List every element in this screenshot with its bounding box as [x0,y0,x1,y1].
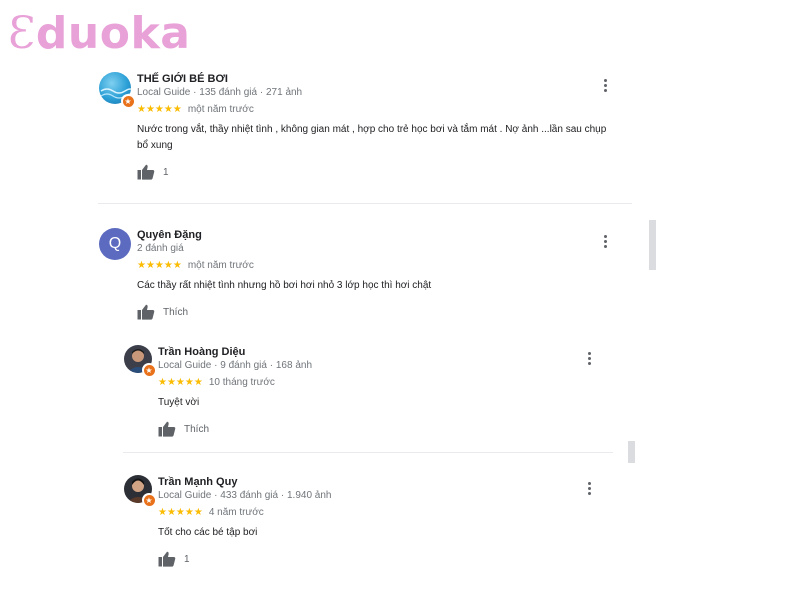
like-count: 1 [184,553,190,565]
review-text: Các thầy rất nhiệt tình nhưng hồ bơi hơi… [137,280,432,291]
reviewer-meta: 2 đánh giá [137,243,184,254]
letter-avatar: Q [99,228,131,260]
page: Ɛduoka ★ THẾ GIỚI BÉ BƠI Local Guide · 1… [0,0,800,600]
rating-row: ★★★★★ một năm trước [137,103,617,117]
reviewer-avatar[interactable]: ★ [124,345,156,377]
rating-row: ★★★★★ 4 năm trước [158,506,598,520]
review-card: ★ Trần Hoàng Diệu Local Guide · 9 đánh g… [124,345,604,445]
like-button[interactable]: Thích [137,304,617,320]
thumbs-up-icon [158,421,176,437]
review-time: một năm trước [187,104,254,115]
more-options-icon[interactable] [582,350,596,366]
reviewer-name[interactable]: Quyên Đặng [137,228,617,242]
reviewer-name[interactable]: Trần Mạnh Quy [158,475,598,489]
star-rating: ★★★★★ [158,507,203,518]
more-options-icon[interactable] [598,233,612,249]
star-rating: ★★★★★ [137,260,182,271]
local-guide-badge-icon: ★ [142,363,156,377]
reviewer-avatar[interactable]: ★ [124,475,156,507]
rating-row: ★★★★★ 10 tháng trước [158,376,598,390]
review-time: 4 năm trước [208,507,264,518]
more-options-icon[interactable] [582,480,596,496]
review-card: ★ Trần Mạnh Quy Local Guide · 433 đánh g… [124,475,604,575]
reviewer-avatar[interactable]: Q [99,228,131,260]
like-label: Thích [163,306,189,318]
thumbs-up-icon [137,164,155,180]
local-guide-badge-icon: ★ [142,493,156,507]
review-time: 10 tháng trước [208,377,275,388]
thumbs-up-icon [137,304,155,320]
eduoka-logo: Ɛduoka [8,8,191,59]
like-label: Thích [184,423,210,435]
reviewer-meta: Local Guide · 9 đánh giá · 168 ảnh [158,360,312,371]
like-button[interactable]: 1 [137,164,617,180]
like-button[interactable]: Thích [158,421,598,437]
like-count: 1 [163,166,169,178]
reviewer-name[interactable]: THẾ GIỚI BÉ BƠI [137,72,617,86]
rating-row: ★★★★★ một năm trước [137,259,617,273]
more-options-icon[interactable] [598,77,612,93]
thumbs-up-icon [158,551,176,567]
reviewer-name[interactable]: Trần Hoàng Diệu [158,345,598,359]
review-text: Nước trong vắt, thầy nhiệt tình , không … [137,124,607,151]
star-rating: ★★★★★ [137,104,182,115]
review-time: một năm trước [187,260,254,271]
review-text: Tốt cho các bé tập bơi [158,527,258,538]
review-card: ★ THẾ GIỚI BÉ BƠI Local Guide · 135 đánh… [99,72,619,192]
reviewer-avatar[interactable]: ★ [99,72,135,108]
reviewer-meta: Local Guide · 135 đánh giá · 271 ảnh [137,87,303,98]
reviewer-meta: Local Guide · 433 đánh giá · 1.940 ảnh [158,490,332,501]
review-card: Q Quyên Đặng 2 đánh giá ★★★★★ một năm trư… [99,228,619,328]
scrollbar-thumb[interactable] [628,441,635,463]
divider [98,203,632,204]
like-button[interactable]: 1 [158,551,598,567]
review-text: Tuyệt vời [158,397,200,408]
star-rating: ★★★★★ [158,377,203,388]
divider [123,452,613,453]
scrollbar-thumb[interactable] [649,220,656,270]
local-guide-badge-icon: ★ [121,94,135,108]
